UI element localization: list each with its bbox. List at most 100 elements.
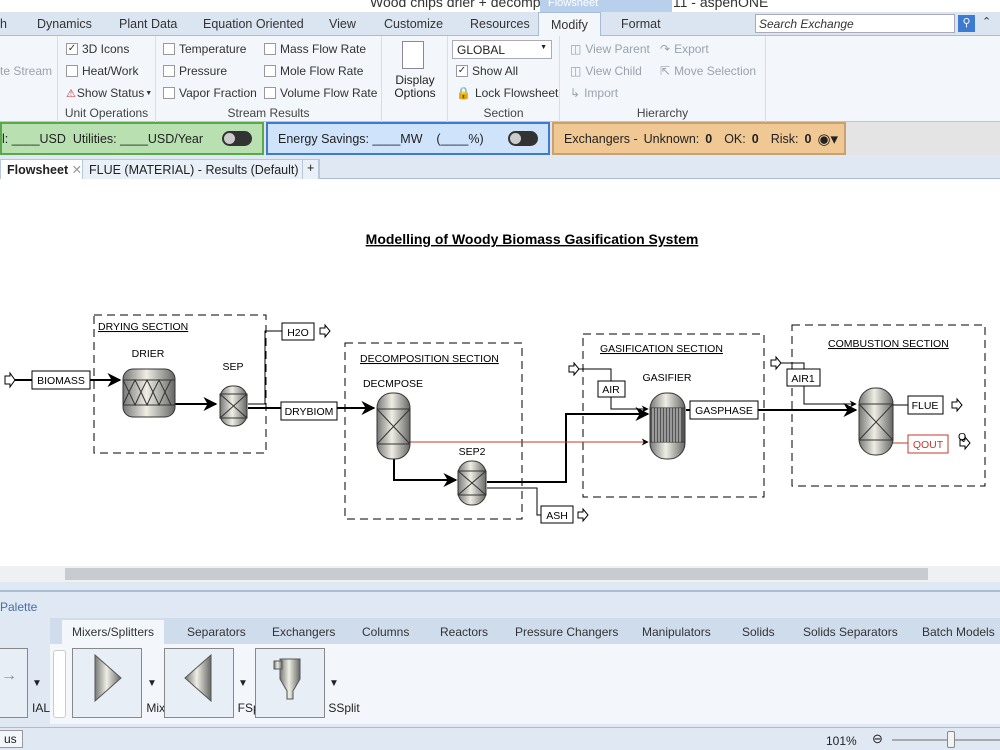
exchanger-settings-icon[interactable]: ◉▾: [817, 130, 838, 148]
stream-label-flue[interactable]: FLUE: [912, 400, 939, 412]
tab-dynamics[interactable]: Dynamics: [37, 17, 92, 31]
block-combustor-icon[interactable]: [858, 387, 894, 456]
new-tab-button[interactable]: +: [302, 159, 320, 179]
search-icon[interactable]: ⚲: [958, 15, 975, 32]
ssplit-icon: [273, 658, 301, 700]
export-button[interactable]: ↷ Export: [660, 42, 709, 56]
palette-tabs: Mixers/Splitters Separators Exchangers C…: [50, 618, 1000, 646]
close-icon[interactable]: ✕: [72, 163, 82, 177]
heat-work-checkbox[interactable]: Heat/Work: [66, 64, 138, 78]
palette-tab-separators[interactable]: Separators: [187, 625, 246, 639]
dropdown-arrow-icon[interactable]: ▼: [147, 678, 157, 689]
stream-air-line[interactable]: [575, 368, 612, 381]
stream-label-drybiom[interactable]: DRYBIOM: [285, 406, 334, 418]
checkbox-label: Pressure: [179, 64, 228, 78]
checkbox-label: Vapor Fraction: [179, 86, 257, 100]
unit-operations-group: ✓ 3D Icons Heat/Work ⚠ Show Status ▼ Unit O…: [58, 36, 156, 122]
tab-partial[interactable]: h: [0, 17, 7, 31]
block-sep2-icon[interactable]: [457, 460, 487, 506]
vapor-fraction-checkbox[interactable]: Vapor Fraction: [163, 86, 257, 100]
exchangers-bar: Exchangers - Unknown: 0 OK: 0 Risk: 0 ◉▾: [552, 122, 846, 155]
palette-model-mixer[interactable]: Mixer: [72, 648, 176, 718]
tab-flue-results[interactable]: FLUE (MATERIAL) - Results (Default) ✕: [82, 159, 320, 179]
tab-resources[interactable]: Resources: [470, 17, 530, 31]
stream-h2o-line[interactable]: [248, 330, 282, 405]
stream-label-air1[interactable]: AIR1: [791, 373, 815, 385]
view-child-button[interactable]: ◫ View Child: [570, 64, 642, 78]
search-exchange-input[interactable]: Search Exchange: [755, 14, 955, 33]
stream-line[interactable]: [393, 458, 458, 487]
lock-flowsheet-button[interactable]: 🔒 Lock Flowsheet: [456, 86, 558, 100]
palette-tab-reactors[interactable]: Reactors: [440, 625, 488, 639]
stream-ash-line[interactable]: [487, 487, 541, 516]
status-button[interactable]: us: [0, 730, 23, 748]
stream-air1-line[interactable]: [803, 386, 857, 408]
block-sep-icon[interactable]: [219, 385, 248, 427]
section-combo[interactable]: GLOBAL ▼: [452, 40, 552, 59]
display-options-button[interactable]: Display Options: [382, 36, 448, 122]
material-stream-button[interactable]: → IAL: [0, 648, 50, 718]
cost-text: l: ____USD Utilities: ____USD/Year: [2, 131, 204, 146]
block-drier-icon[interactable]: [122, 368, 176, 418]
tab-view[interactable]: View: [329, 17, 356, 31]
stream-label-air[interactable]: AIR: [602, 384, 620, 396]
zoom-slider[interactable]: [892, 739, 1000, 741]
palette-scroll-left[interactable]: [53, 650, 66, 718]
zoom-out-icon[interactable]: ⊖: [872, 731, 883, 747]
palette-tab-solids-separators[interactable]: Solids Separators: [803, 625, 898, 639]
partial-stream-button[interactable]: te Stream: [0, 64, 52, 78]
temperature-checkbox[interactable]: Temperature: [163, 42, 246, 56]
zoom-slider-thumb[interactable]: [947, 731, 955, 748]
move-selection-button[interactable]: ⇱ Move Selection: [660, 64, 756, 78]
3d-icons-checkbox[interactable]: ✓ 3D Icons: [66, 42, 129, 56]
palette-tab-batch-models[interactable]: Batch Models: [922, 625, 995, 639]
stream-label-biomass[interactable]: BIOMASS: [37, 375, 85, 387]
scrollbar-thumb[interactable]: [65, 568, 928, 580]
palette-tab-exchangers[interactable]: Exchangers: [272, 625, 335, 639]
stream-line[interactable]: [487, 407, 650, 483]
group-label: Stream Results: [227, 106, 310, 120]
flowsheet-diagram[interactable]: Modelling of Woody Biomass Gasification …: [0, 179, 1000, 567]
stream-label-ash[interactable]: ASH: [546, 510, 568, 522]
block-decmpose-icon[interactable]: [376, 392, 411, 460]
palette-model-fsplit[interactable]: FSplit: [164, 648, 268, 718]
show-all-checkbox[interactable]: ✓ Show All: [456, 64, 518, 78]
block-gasifier-icon[interactable]: [649, 392, 686, 460]
tab-equation-oriented[interactable]: Equation Oriented: [203, 17, 304, 31]
palette-tab-mixers-splitters[interactable]: Mixers/Splitters: [62, 620, 165, 646]
block-label-gasifier: GASIFIER: [642, 372, 691, 384]
palette-tab-manipulators[interactable]: Manipulators: [642, 625, 711, 639]
product-arrow-icon: [951, 397, 963, 413]
import-button[interactable]: ↳ Import: [570, 86, 618, 100]
tab-modify[interactable]: Modify: [538, 12, 601, 37]
stream-label-gasphase[interactable]: GASPHASE: [695, 405, 753, 417]
mole-flow-checkbox[interactable]: Mole Flow Rate: [264, 64, 363, 78]
volume-flow-checkbox[interactable]: Volume Flow Rate: [264, 86, 377, 100]
energy-savings-bar: Energy Savings: ____MW (____%): [266, 122, 550, 155]
stream-label-qout[interactable]: QOUT: [913, 439, 944, 451]
show-status-button[interactable]: ⚠ Show Status ▼: [66, 86, 152, 100]
tab-format[interactable]: Format: [621, 17, 661, 31]
dropdown-arrow-icon[interactable]: ▼: [32, 678, 42, 689]
stream-label-h2o[interactable]: H2O: [287, 327, 309, 339]
dropdown-arrow-icon[interactable]: ▼: [329, 678, 339, 689]
collapse-ribbon-icon[interactable]: ⌃: [982, 15, 991, 28]
tab-customize[interactable]: Customize: [384, 17, 443, 31]
palette-tab-columns[interactable]: Columns: [362, 625, 409, 639]
tab-flowsheet[interactable]: Flowsheet ✕: [0, 159, 90, 179]
block-label-sep: SEP: [222, 361, 243, 373]
palette-tab-pressure-changers[interactable]: Pressure Changers: [515, 625, 618, 639]
palette-tab-solids[interactable]: Solids: [742, 625, 775, 639]
feed-arrow-icon: [4, 371, 16, 389]
flowsheet-canvas[interactable]: Modelling of Woody Biomass Gasification …: [0, 179, 1000, 567]
tab-plant-data[interactable]: Plant Data: [119, 17, 177, 31]
palette-model-ssplit[interactable]: SSplit: [255, 648, 360, 718]
energy-toggle[interactable]: [508, 131, 538, 146]
cost-toggle[interactable]: [222, 131, 252, 146]
mass-flow-checkbox[interactable]: Mass Flow Rate: [264, 42, 366, 56]
stream-air-line[interactable]: [610, 397, 649, 413]
pressure-checkbox[interactable]: Pressure: [163, 64, 227, 78]
view-parent-button[interactable]: ◫ View Parent: [570, 42, 650, 56]
dropdown-arrow-icon[interactable]: ▼: [238, 678, 248, 689]
drying-section-box: [93, 314, 267, 454]
